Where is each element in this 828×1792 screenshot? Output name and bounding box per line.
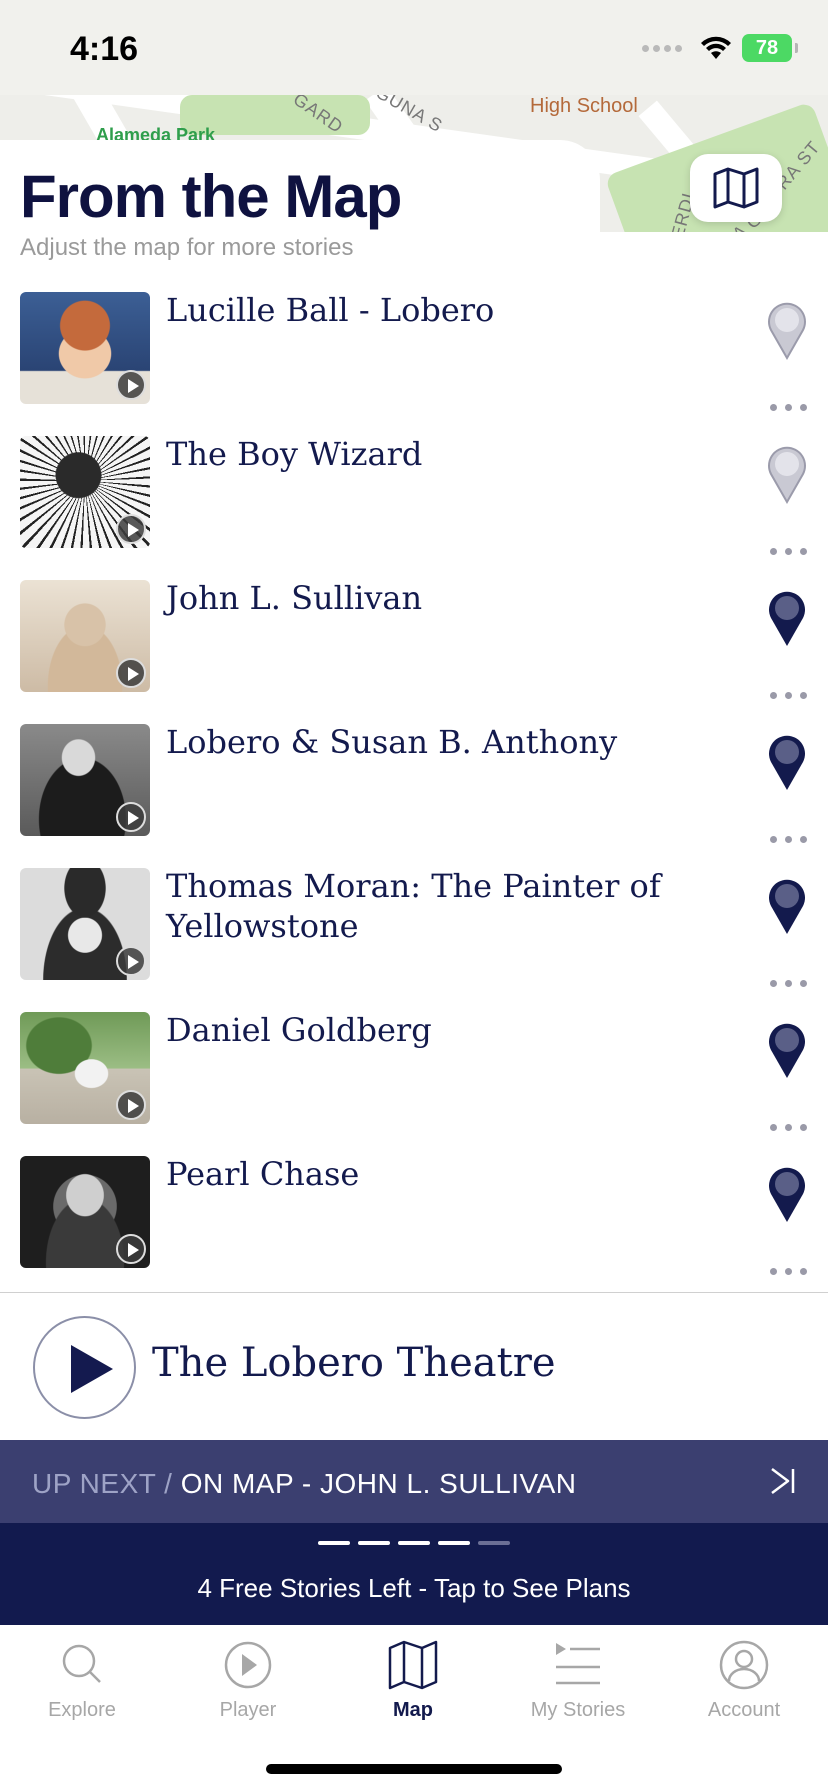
play-circle-icon bbox=[224, 1641, 272, 1689]
plans-banner[interactable]: 4 Free Stories Left - Tap to See Plans bbox=[0, 1523, 828, 1625]
story-row[interactable]: Pearl Chase bbox=[0, 1154, 828, 1298]
status-icons: 78 bbox=[642, 34, 798, 62]
story-row[interactable]: John L. Sullivan bbox=[0, 578, 828, 722]
location-pin-icon[interactable] bbox=[766, 1020, 808, 1080]
battery-icon: 78 bbox=[742, 34, 798, 62]
home-indicator bbox=[266, 1764, 562, 1774]
up-next-value: ON MAP - JOHN L. SULLIVAN bbox=[180, 1468, 577, 1499]
more-options-button[interactable] bbox=[770, 692, 807, 699]
story-title[interactable]: The Boy Wizard bbox=[166, 434, 686, 474]
now-playing-title[interactable]: The Lobero Theatre bbox=[152, 1340, 556, 1386]
story-thumbnail[interactable] bbox=[20, 1156, 150, 1268]
story-title[interactable]: Lucille Ball - Lobero bbox=[166, 290, 686, 330]
status-time: 4:16 bbox=[70, 30, 139, 68]
page-subtitle: Adjust the map for more stories bbox=[20, 234, 354, 261]
search-icon bbox=[62, 1644, 101, 1683]
story-thumbnail[interactable] bbox=[20, 292, 150, 404]
tab-explore[interactable]: Explore bbox=[7, 1639, 157, 1722]
battery-level: 78 bbox=[755, 36, 779, 59]
free-stories-progress bbox=[318, 1541, 510, 1545]
story-title[interactable]: Pearl Chase bbox=[166, 1154, 686, 1194]
location-pin-icon[interactable] bbox=[766, 300, 808, 360]
tab-my-stories[interactable]: My Stories bbox=[503, 1639, 653, 1722]
more-options-button[interactable] bbox=[770, 1268, 807, 1275]
skip-next-icon[interactable] bbox=[768, 1466, 798, 1496]
more-options-button[interactable] bbox=[770, 980, 807, 987]
status-bar: 4:16 78 bbox=[0, 0, 828, 95]
story-row[interactable]: Daniel Goldberg bbox=[0, 1010, 828, 1154]
story-title[interactable]: Daniel Goldberg bbox=[166, 1010, 686, 1050]
more-options-button[interactable] bbox=[770, 1124, 807, 1131]
tab-account[interactable]: Account bbox=[669, 1639, 819, 1722]
play-button[interactable] bbox=[33, 1316, 136, 1419]
account-icon bbox=[719, 1640, 769, 1690]
story-row[interactable]: Lucille Ball - Lobero bbox=[0, 290, 828, 434]
tab-label: Account bbox=[707, 1699, 781, 1721]
play-badge-icon bbox=[116, 946, 146, 976]
story-thumbnail[interactable] bbox=[20, 580, 150, 692]
story-row[interactable]: The Boy Wizard bbox=[0, 434, 828, 578]
tab-label: Explore bbox=[48, 1699, 116, 1721]
up-next-prefix: UP NEXT / bbox=[32, 1468, 173, 1499]
story-title[interactable]: Lobero & Susan B. Anthony bbox=[166, 722, 686, 762]
story-thumbnail[interactable] bbox=[20, 436, 150, 548]
play-badge-icon bbox=[116, 514, 146, 544]
list-icon bbox=[556, 1643, 600, 1685]
wifi-icon bbox=[701, 36, 731, 59]
play-badge-icon bbox=[116, 802, 146, 832]
map-icon bbox=[388, 1640, 438, 1690]
story-thumbnail[interactable] bbox=[20, 868, 150, 980]
tab-label: Player bbox=[219, 1699, 277, 1721]
up-next-label: UP NEXT / ON MAP - JOHN L. SULLIVAN bbox=[32, 1468, 576, 1500]
plans-text[interactable]: 4 Free Stories Left - Tap to See Plans bbox=[0, 1573, 828, 1604]
up-next-bar[interactable]: UP NEXT / ON MAP - JOHN L. SULLIVAN bbox=[0, 1440, 828, 1523]
location-pin-icon[interactable] bbox=[766, 732, 808, 792]
story-title[interactable]: Thomas Moran: The Painter of Yellowstone bbox=[166, 866, 686, 946]
more-options-button[interactable] bbox=[770, 836, 807, 843]
story-row[interactable]: Thomas Moran: The Painter of Yellowstone bbox=[0, 866, 828, 1010]
story-row[interactable]: Lobero & Susan B. Anthony bbox=[0, 722, 828, 866]
story-thumbnail[interactable] bbox=[20, 1012, 150, 1124]
location-pin-icon[interactable] bbox=[766, 1164, 808, 1224]
tab-label: My Stories bbox=[530, 1699, 626, 1721]
play-badge-icon bbox=[116, 1090, 146, 1120]
cellular-signal-icon bbox=[642, 44, 682, 52]
location-pin-icon[interactable] bbox=[766, 444, 808, 504]
tab-label: Map bbox=[393, 1699, 433, 1721]
play-badge-icon bbox=[116, 1234, 146, 1264]
story-list: Lucille Ball - Lobero The Boy Wizard Joh… bbox=[0, 290, 828, 1298]
tab-player[interactable]: Player bbox=[173, 1639, 323, 1722]
play-badge-icon bbox=[116, 370, 146, 400]
map-icon bbox=[713, 167, 759, 209]
play-badge-icon bbox=[116, 658, 146, 688]
page-title: From the Map bbox=[20, 163, 402, 230]
tab-map[interactable]: Map bbox=[338, 1639, 488, 1722]
location-pin-icon[interactable] bbox=[766, 876, 808, 936]
map-label-school: High School bbox=[530, 95, 638, 117]
more-options-button[interactable] bbox=[770, 404, 807, 411]
story-title[interactable]: John L. Sullivan bbox=[166, 578, 686, 618]
more-options-button[interactable] bbox=[770, 548, 807, 555]
location-pin-icon[interactable] bbox=[766, 588, 808, 648]
story-thumbnail[interactable] bbox=[20, 724, 150, 836]
divider bbox=[0, 1292, 828, 1293]
map-toggle-button[interactable] bbox=[690, 154, 782, 222]
